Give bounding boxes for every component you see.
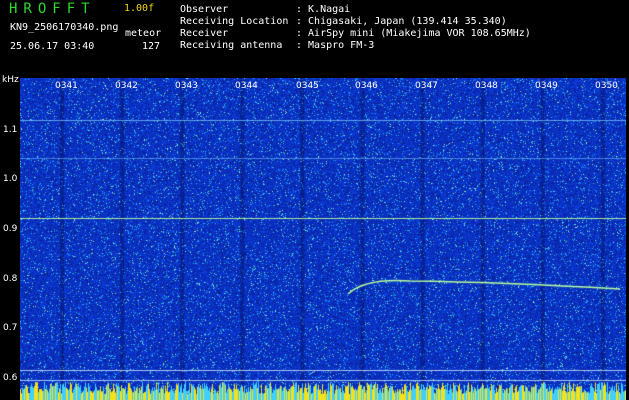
datetime-label: 25.06.17 03:40	[10, 41, 95, 52]
app-logo: HROFFT	[9, 1, 96, 17]
observer-label: Observer	[180, 4, 229, 15]
y-tick-label: 0.7	[3, 323, 18, 333]
hrofft-window: HROFFT 1.00f KN9_2506170340.png meteor 2…	[0, 0, 629, 400]
x-tick-label: 0348	[475, 81, 498, 91]
x-tick-label: 0350	[595, 81, 618, 91]
spectrogram-canvas	[20, 78, 626, 400]
y-tick-label: 0.8	[3, 274, 18, 284]
x-tick-label: 0342	[115, 81, 138, 91]
x-tick-label: 0345	[296, 81, 319, 91]
antenna-value: : Maspro FM-3	[296, 40, 375, 51]
y-tick-label: 1.1	[3, 125, 18, 135]
location-value: : Chigasaki, Japan (139.414 35.340)	[296, 16, 507, 27]
y-unit-label: kHz	[2, 75, 19, 85]
count-label: 127	[142, 41, 161, 52]
x-tick-label: 0343	[175, 81, 198, 91]
version-label: 1.00f	[124, 3, 155, 14]
mode-label: meteor	[125, 28, 162, 39]
filename-label: KN9_2506170340.png	[10, 22, 119, 33]
x-tick-label: 0347	[415, 81, 438, 91]
y-tick-label: 1.0	[3, 174, 18, 184]
y-tick-label: 0.6	[3, 373, 18, 383]
x-tick-label: 0346	[355, 81, 378, 91]
receiver-value: : AirSpy mini (Miakejima VOR 108.65MHz)	[296, 28, 531, 39]
receiver-label: Receiver	[180, 28, 229, 39]
x-tick-label: 0344	[235, 81, 258, 91]
x-tick-label: 0349	[535, 81, 558, 91]
x-tick-label: 0341	[55, 81, 78, 91]
observer-value: : K.Nagai	[296, 4, 351, 15]
y-tick-label: 0.9	[3, 224, 18, 234]
location-label: Receiving Location	[180, 16, 289, 27]
antenna-label: Receiving antenna	[180, 40, 283, 51]
